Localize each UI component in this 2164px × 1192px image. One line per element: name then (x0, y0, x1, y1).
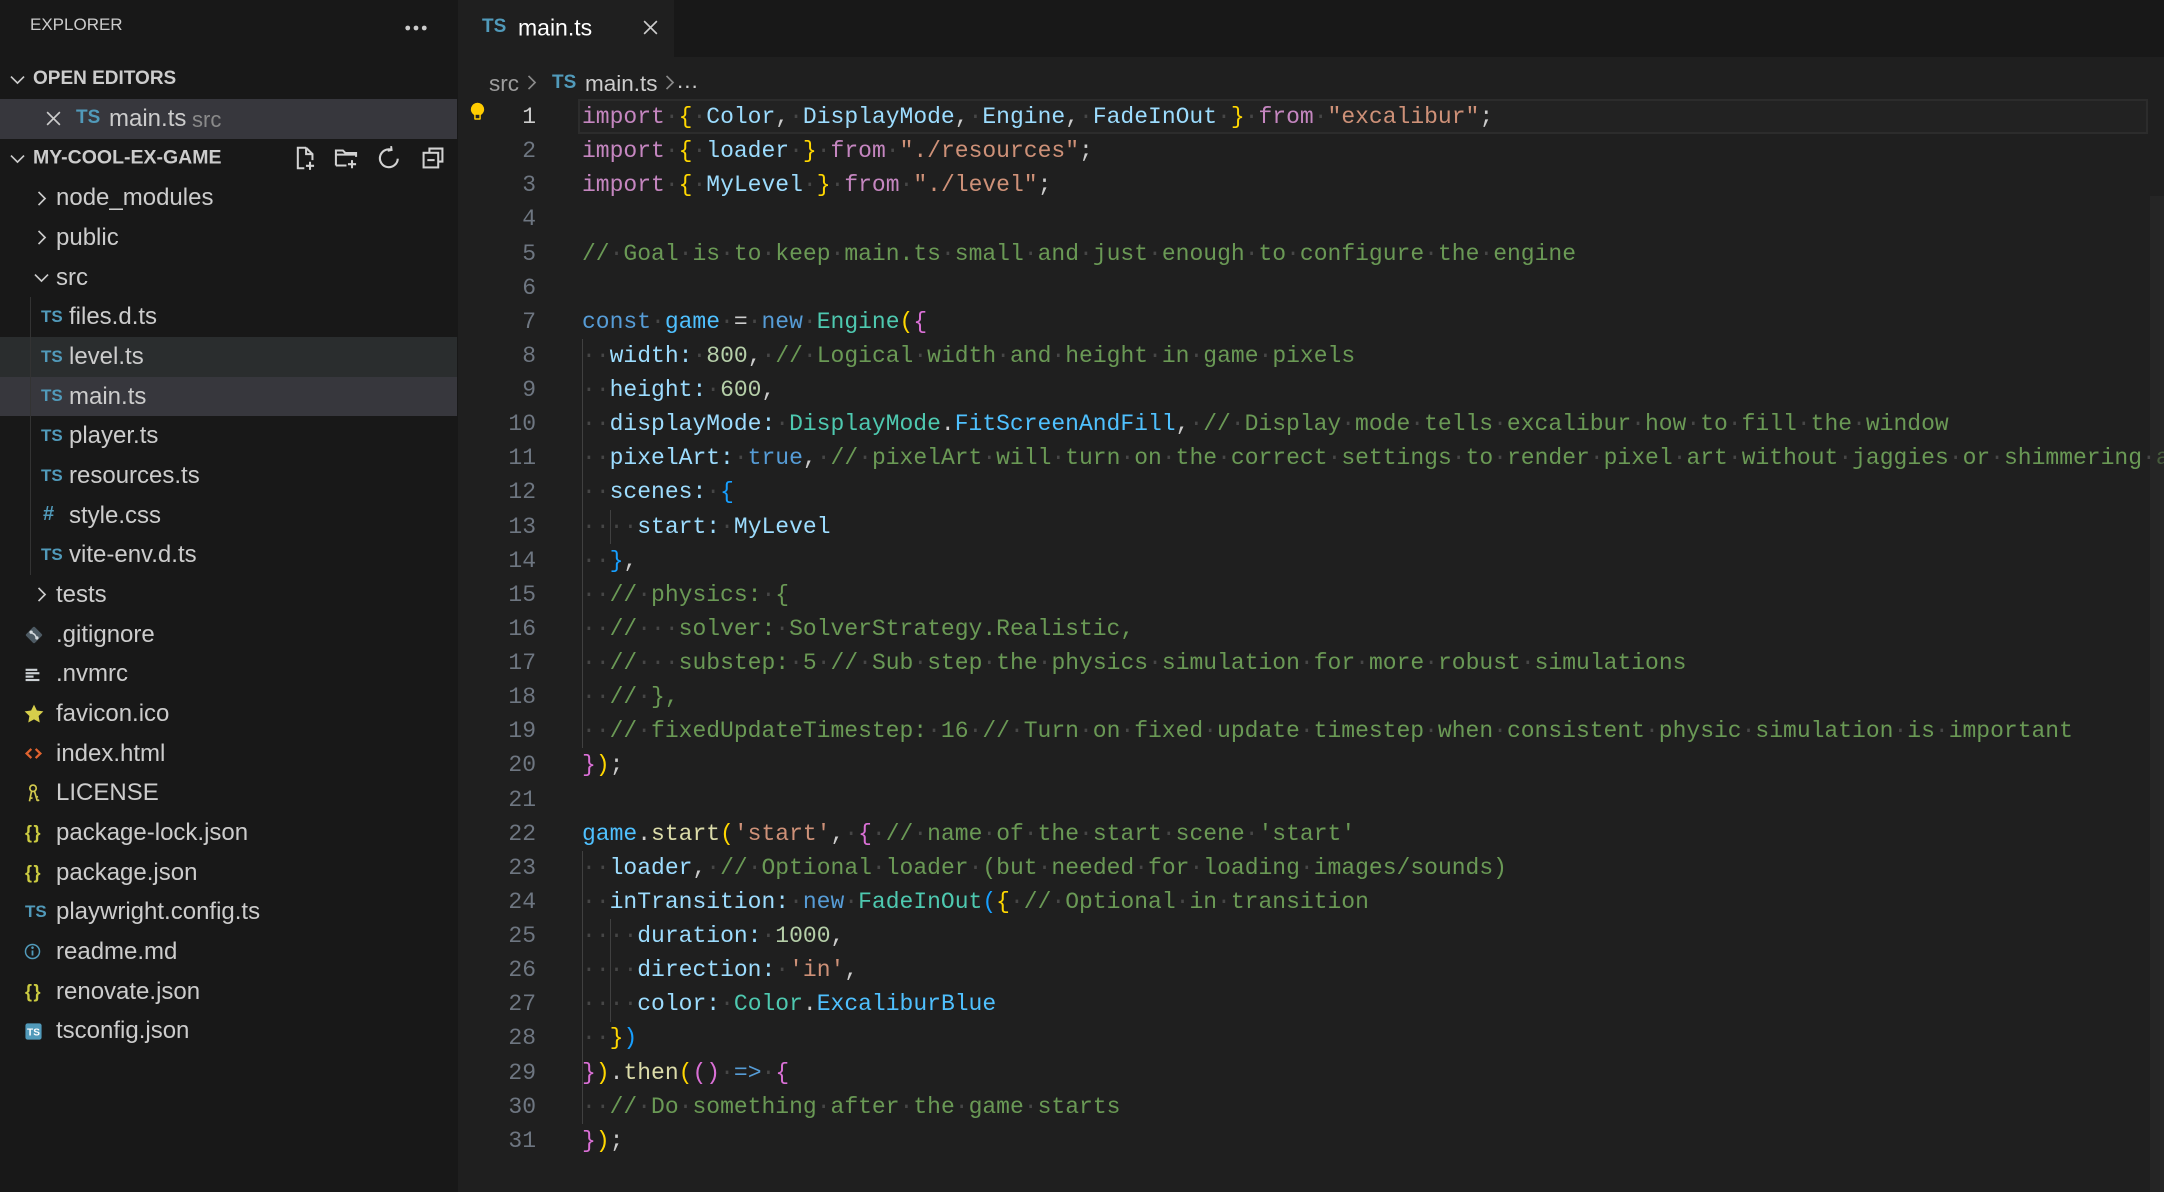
svg-text:TS: TS (27, 1027, 40, 1038)
